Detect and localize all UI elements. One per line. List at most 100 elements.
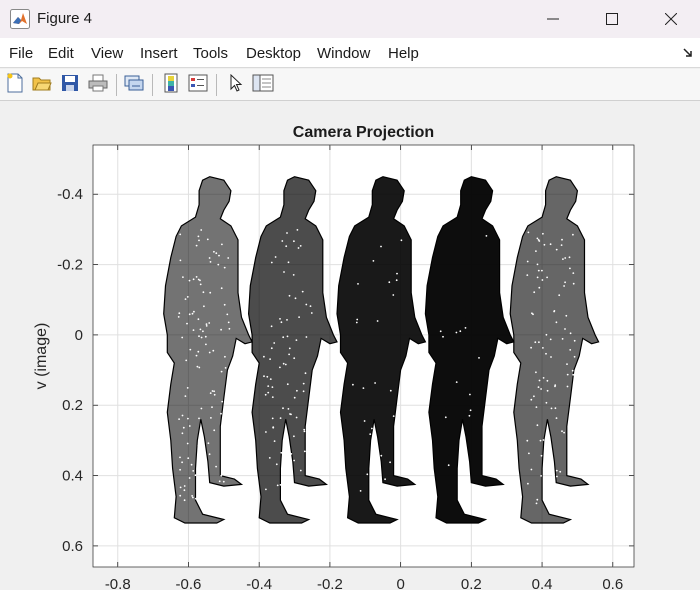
point-gap [195,354,198,357]
menu-help[interactable]: Help [388,45,419,62]
point-gap [220,328,223,331]
point-gap [297,247,300,249]
point-gap [223,266,226,269]
point-gap [550,407,553,410]
point-gap [296,229,299,231]
point-gap [215,252,218,255]
point-gap [286,335,289,338]
point-gap [526,439,529,442]
point-gap [309,305,312,307]
point-gap [282,336,285,339]
print-button[interactable] [86,73,110,97]
point-gap [395,279,398,282]
point-gap [199,279,201,282]
point-gap [274,256,277,258]
minimize-button[interactable] [530,0,576,38]
point-gap [553,310,555,313]
point-gap [279,318,281,320]
point-gap [374,382,376,384]
point-gap [527,482,529,485]
point-gap [535,250,537,253]
insert-legend-button[interactable] [186,73,210,97]
point-gap [555,469,558,472]
point-gap [184,298,187,300]
link-plot-button[interactable] [122,73,146,97]
point-gap [275,463,278,466]
new-figure-button[interactable] [3,73,27,97]
point-gap [203,495,206,498]
menu-window[interactable]: Window [317,45,370,62]
point-gap [279,484,282,486]
point-gap [439,330,442,333]
point-gap [539,439,542,442]
maximize-button[interactable] [589,0,635,38]
point-gap [559,470,562,473]
toolbar-separator [216,74,217,96]
point-gap [301,290,304,293]
point-gap [569,267,571,270]
point-gap [305,336,308,338]
property-inspector-button[interactable] [251,73,275,97]
point-gap [286,232,288,234]
point-gap [293,396,296,399]
edit-plot-button[interactable] [224,73,248,97]
point-gap [228,327,231,330]
point-gap [384,478,386,481]
point-gap [264,393,267,396]
point-gap [292,274,295,276]
insert-colorbar-button[interactable] [159,73,183,97]
save-button[interactable] [58,73,82,97]
point-gap [542,232,544,235]
point-gap [215,465,218,468]
point-gap [227,321,230,324]
open-file-button[interactable] [30,73,54,97]
close-button[interactable] [648,0,694,38]
menu-view[interactable]: View [91,45,123,62]
point-gap [186,442,189,445]
point-gap [563,285,565,287]
point-gap [574,417,577,419]
point-gap [268,457,271,459]
menu-tools[interactable]: Tools [193,45,228,62]
point-gap [200,229,203,231]
window-title: Figure 4 [37,10,93,27]
point-gap [293,240,295,243]
x-tick-label: 0.4 [532,576,553,590]
point-gap [192,278,195,281]
matlab-icon [10,9,30,29]
point-gap [273,342,276,344]
menu-desktop[interactable]: Desktop [246,45,301,62]
point-gap [227,379,230,382]
edit-plot-arrow-icon [229,73,243,97]
point-gap [203,305,205,308]
point-gap [283,493,285,496]
point-gap [375,478,378,481]
point-gap [571,455,573,457]
point-gap [265,431,267,433]
point-gap [447,464,450,467]
axes-plot[interactable]: Camera Projection -0.8 -0.6 -0.4 -0.2 0 0.2 0.… [0,102,700,590]
point-gap [569,349,572,351]
point-gap [302,382,305,385]
point-gap [289,456,291,458]
point-gap [265,488,267,491]
point-gap [188,313,191,316]
point-gap [380,454,383,457]
dock-arrow-icon[interactable] [682,46,694,64]
point-gap [290,413,292,416]
point-gap [389,389,392,392]
point-gap [293,357,296,360]
point-gap [304,372,307,375]
point-gap [288,353,290,356]
menu-insert[interactable]: Insert [140,45,178,62]
point-gap [542,377,545,379]
point-gap [303,428,306,431]
menu-file[interactable]: File [9,45,33,62]
y-tick-label: 0.6 [62,538,83,555]
menu-edit[interactable]: Edit [48,45,74,62]
point-gap [263,375,265,378]
point-gap [573,355,576,358]
point-gap [276,484,279,487]
figure-window: Figure 4 File Edit View Insert Tools Des… [0,0,700,590]
point-gap [352,383,354,386]
